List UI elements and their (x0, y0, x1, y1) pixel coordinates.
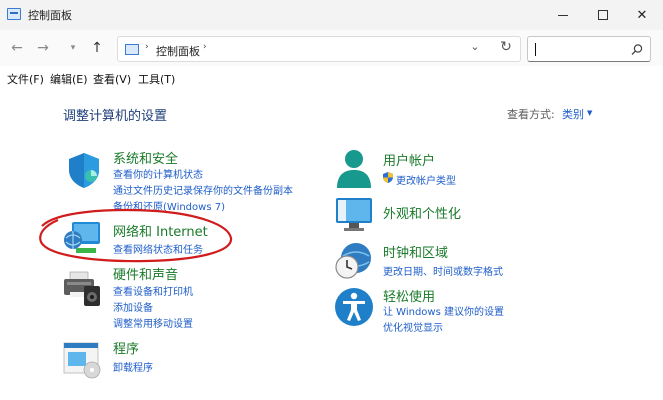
link-mobility-settings[interactable]: 调整常用移动设置 (113, 315, 193, 330)
category-appearance-personalization[interactable]: 外观和个性化 (383, 203, 461, 222)
forward-button[interactable]: → (32, 37, 54, 59)
menu-edit[interactable]: 编辑(E) (50, 71, 88, 87)
printer-speaker-icon[interactable] (62, 268, 102, 308)
category-programs[interactable]: 程序 (113, 338, 139, 357)
breadcrumb-control-panel[interactable]: 控制面板 (156, 43, 200, 59)
up-button[interactable]: ↑ (86, 37, 108, 59)
breadcrumb-separator-icon[interactable]: › (145, 42, 149, 52)
minimize-icon (558, 14, 568, 16)
maximize-button[interactable] (583, 0, 623, 30)
address-history-dropdown[interactable]: ⌄ (466, 40, 484, 58)
search-input[interactable] (527, 36, 651, 62)
arrow-right-icon: → (37, 40, 49, 56)
view-by-dropdown[interactable]: 类别 (562, 106, 584, 122)
page-title: 调整计算机的设置 (63, 109, 168, 124)
menu-view[interactable]: 查看(V) (93, 71, 131, 87)
monitor-icon[interactable] (334, 195, 374, 235)
link-file-history[interactable]: 通过文件历史记录保存你的文件备份副本 (113, 182, 293, 197)
control-panel-content: 调整计算机的设置 查看方式: 类别 ▼ 系统和安全 查看你的计算机状态 通过文件… (0, 88, 663, 400)
link-uninstall-program[interactable]: 卸载程序 (113, 359, 153, 374)
programs-icon[interactable] (62, 340, 102, 380)
control-panel-icon (125, 44, 139, 55)
menu-file[interactable]: 文件(F) (7, 71, 44, 87)
title-bar: 控制面板 ✕ (0, 0, 663, 30)
link-add-device[interactable]: 添加设备 (113, 299, 153, 314)
user-icon[interactable] (334, 148, 374, 188)
chevron-down-icon[interactable]: ▼ (587, 109, 592, 117)
navigation-bar: ← → ▾ ↑ › 控制面板 › ⌄ ↻ (0, 30, 663, 66)
category-clock-region[interactable]: 时钟和区域 (383, 242, 448, 261)
menu-bar: 文件(F) 编辑(E) 查看(V) 工具(T) (0, 68, 663, 88)
link-devices-printers[interactable]: 查看设备和打印机 (113, 283, 193, 298)
view-by-label: 查看方式: (507, 108, 555, 121)
refresh-icon[interactable]: ↻ (496, 39, 516, 59)
arrow-left-icon: ← (11, 40, 23, 56)
text-caret (535, 43, 536, 56)
maximize-icon (598, 10, 608, 20)
link-optimize-visual-display[interactable]: 优化视觉显示 (383, 319, 443, 334)
close-icon: ✕ (636, 7, 648, 23)
link-change-account-type[interactable]: 更改帐户类型 (396, 172, 456, 187)
highlight-annotation-oval (39, 208, 233, 263)
accessibility-icon[interactable] (334, 287, 374, 327)
recent-locations-button[interactable]: ▾ (62, 37, 84, 59)
address-bar[interactable]: › 控制面板 › ⌄ ↻ (117, 36, 521, 62)
shield-icon[interactable] (64, 150, 104, 190)
link-view-computer-status[interactable]: 查看你的计算机状态 (113, 166, 203, 181)
search-icon[interactable] (630, 43, 644, 57)
breadcrumb-separator-icon[interactable]: › (203, 42, 207, 52)
close-button[interactable]: ✕ (622, 0, 662, 30)
minimize-button[interactable] (543, 0, 583, 30)
clock-globe-icon[interactable] (334, 240, 374, 280)
control-panel-app-icon (7, 8, 21, 20)
uac-shield-icon (383, 172, 393, 183)
category-hardware-sound[interactable]: 硬件和声音 (113, 264, 178, 283)
arrow-up-icon: ↑ (91, 40, 103, 56)
link-date-time-format[interactable]: 更改日期、时间或数字格式 (383, 263, 503, 278)
menu-tools[interactable]: 工具(T) (138, 71, 175, 87)
back-button[interactable]: ← (6, 37, 28, 59)
category-user-accounts[interactable]: 用户帐户 (383, 150, 435, 169)
link-windows-suggest-settings[interactable]: 让 Windows 建议你的设置 (383, 303, 504, 318)
chevron-down-icon: ▾ (70, 43, 76, 53)
category-system-security[interactable]: 系统和安全 (113, 148, 178, 167)
window-title: 控制面板 (28, 9, 72, 22)
